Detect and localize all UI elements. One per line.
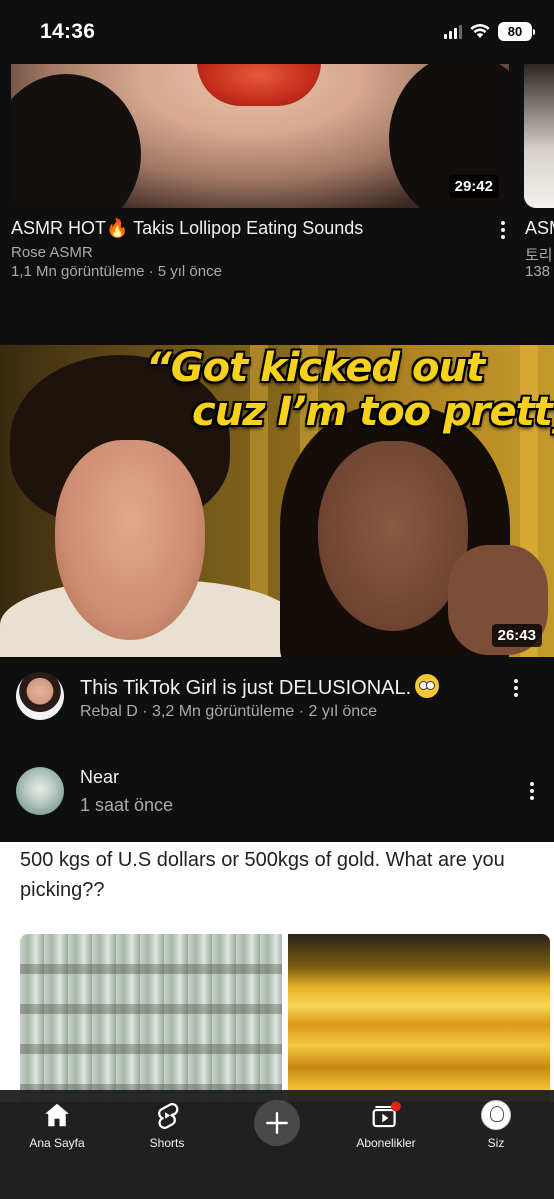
next-video-channel: 토리 [525,247,553,264]
more-options-icon[interactable] [506,675,526,701]
video-title[interactable]: This TikTok Girl is just DELUSIONAL. [80,674,440,700]
bottom-nav: Ana Sayfa Shorts Abonelikler Siz [0,1090,554,1199]
gold-bars-image [288,934,550,1102]
duration-badge: 29:42 [448,175,499,198]
nav-shorts-label: Shorts [149,1136,185,1150]
next-video-thumbnail[interactable] [524,64,554,208]
video-row-card[interactable]: 29:42 ASMR HOT🔥 Takis Lollipop Eating So… [0,64,554,284]
nav-create[interactable] [222,1100,332,1146]
video-meta: 1,1 Mn görüntüleme · 5 yıl önce [11,263,222,280]
status-icons: 80 [444,22,535,41]
more-options-icon[interactable] [494,218,512,242]
nav-you[interactable]: Siz [441,1100,551,1150]
shorts-icon [158,1102,179,1129]
more-options-icon[interactable] [522,778,542,804]
post-image[interactable]: 500 kgs of U.S dollars or 500kgs of gold… [0,842,554,1102]
video-title-text: This TikTok Girl is just DELUSIONAL. [80,677,412,699]
battery-indicator: 80 [498,22,535,41]
video-thumbnail[interactable]: 29:42 [11,64,509,208]
wifi-icon [470,24,490,39]
next-video-title[interactable]: ASM [525,218,554,239]
video-thumbnail[interactable]: “Got kicked out cuz I’m too pretty” 26:4… [0,345,554,657]
community-post[interactable]: Near 1 saat önce 500 kgs of U.S dollars … [0,745,554,1102]
nav-home-label: Ana Sayfa [29,1136,85,1150]
next-video-meta: 138 [525,263,551,280]
create-button[interactable] [254,1100,300,1146]
plus-icon [266,1112,288,1134]
user-avatar [481,1100,511,1130]
subscriptions-icon [372,1101,401,1128]
nav-subscriptions-label: Abonelikler [356,1136,416,1150]
duration-badge: 26:43 [491,624,542,647]
channel-name[interactable]: Rose ASMR [11,244,93,261]
status-time: 14:36 [40,20,96,43]
post-author[interactable]: Near [80,767,119,788]
post-image-text: 500 kgs of U.S dollars or 500kgs of gold… [20,849,505,901]
thumbnail-caption-line2: cuz I’m too pretty” [192,389,554,435]
home-icon [45,1103,69,1127]
status-bar: 14:36 80 [0,0,554,64]
post-author-avatar[interactable] [16,767,64,815]
video-card[interactable]: “Got kicked out cuz I’m too pretty” 26:4… [0,345,554,745]
video-title[interactable]: ASMR HOT🔥 Takis Lollipop Eating Sounds [11,218,481,239]
post-time: 1 saat önce [80,795,174,815]
cellular-signal-icon [444,24,462,39]
video-meta: Rebal D · 3,2 Mn görüntüleme · 2 yıl önc… [80,703,378,720]
rolling-eyes-emoji-icon [415,674,440,698]
nav-you-label: Siz [487,1136,505,1150]
channel-avatar[interactable] [16,672,64,720]
nav-shorts[interactable]: Shorts [112,1100,222,1150]
cash-stack-image [20,934,282,1102]
nav-subscriptions[interactable]: Abonelikler [331,1100,441,1150]
nav-home[interactable]: Ana Sayfa [2,1100,112,1150]
thumbnail-caption-line1: “Got kicked out [146,345,485,391]
